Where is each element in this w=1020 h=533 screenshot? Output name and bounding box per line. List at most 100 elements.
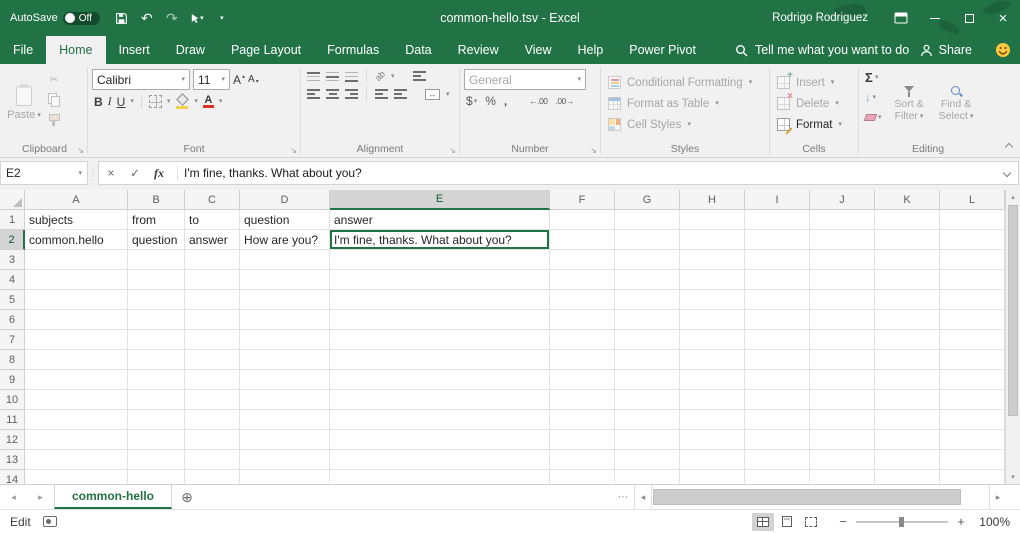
cell-C1[interactable]: to <box>185 210 240 230</box>
enter-button[interactable]: ✓ <box>123 162 147 184</box>
bold-button[interactable]: B <box>94 95 103 109</box>
decrease-font-size-button[interactable]: A▾ <box>248 74 259 85</box>
cell-C5[interactable] <box>185 290 240 310</box>
cell-G9[interactable] <box>615 370 680 390</box>
cell-D9[interactable] <box>240 370 330 390</box>
paste-button[interactable]: Paste▾ <box>4 66 44 141</box>
cell-A12[interactable] <box>25 430 128 450</box>
cell-F13[interactable] <box>550 450 615 470</box>
cell-J12[interactable] <box>810 430 875 450</box>
cell-L14[interactable] <box>940 470 1005 484</box>
cell-L1[interactable] <box>940 210 1005 230</box>
cell-J4[interactable] <box>810 270 875 290</box>
cell-K7[interactable] <box>875 330 940 350</box>
autosum-button[interactable]: Σ▾ <box>863 69 884 86</box>
formula-bar-expand-button[interactable] <box>996 170 1018 176</box>
vertical-scroll-thumb[interactable] <box>1008 205 1018 416</box>
cell-H12[interactable] <box>680 430 745 450</box>
cell-A6[interactable] <box>25 310 128 330</box>
cell-B7[interactable] <box>128 330 185 350</box>
formula-input[interactable]: I'm fine, thanks. What about you? <box>184 166 996 180</box>
cell-F2[interactable] <box>550 230 615 250</box>
cell-L8[interactable] <box>940 350 1005 370</box>
scroll-right-icon[interactable]: ▸ <box>989 485 1006 509</box>
wrap-text-button[interactable] <box>413 71 426 82</box>
column-header-E[interactable]: E <box>330 190 550 210</box>
cell-C10[interactable] <box>185 390 240 410</box>
cell-L3[interactable] <box>940 250 1005 270</box>
cell-E7[interactable] <box>330 330 550 350</box>
cell-D3[interactable] <box>240 250 330 270</box>
name-box-caret-icon[interactable]: ▾ <box>78 170 82 177</box>
cell-F3[interactable] <box>550 250 615 270</box>
cell-J2[interactable] <box>810 230 875 250</box>
cell-B3[interactable] <box>128 250 185 270</box>
cell-A14[interactable] <box>25 470 128 484</box>
cell-K6[interactable] <box>875 310 940 330</box>
cell-K1[interactable] <box>875 210 940 230</box>
cell-A5[interactable] <box>25 290 128 310</box>
cell-H14[interactable] <box>680 470 745 484</box>
row-header-2[interactable]: 2 <box>0 230 25 250</box>
row-header-10[interactable]: 10 <box>0 390 25 410</box>
cell-C8[interactable] <box>185 350 240 370</box>
cell-L4[interactable] <box>940 270 1005 290</box>
cell-B6[interactable] <box>128 310 185 330</box>
cell-L13[interactable] <box>940 450 1005 470</box>
align-right-button[interactable] <box>345 89 358 100</box>
cell-J14[interactable] <box>810 470 875 484</box>
cell-A8[interactable] <box>25 350 128 370</box>
cell-H5[interactable] <box>680 290 745 310</box>
comma-style-button[interactable]: , <box>504 94 507 108</box>
name-box[interactable]: E2 ▾ <box>0 161 88 185</box>
cell-J5[interactable] <box>810 290 875 310</box>
cell-G6[interactable] <box>615 310 680 330</box>
cell-D14[interactable] <box>240 470 330 484</box>
redo-button[interactable]: ↷ <box>161 6 183 30</box>
column-header-I[interactable]: I <box>745 190 810 210</box>
customize-qat-button[interactable]: ▾ <box>211 6 233 30</box>
cell-K5[interactable] <box>875 290 940 310</box>
cell-H7[interactable] <box>680 330 745 350</box>
cell-G3[interactable] <box>615 250 680 270</box>
cell-E9[interactable] <box>330 370 550 390</box>
row-header-3[interactable]: 3 <box>0 250 25 270</box>
column-header-F[interactable]: F <box>550 190 615 210</box>
cell-H2[interactable] <box>680 230 745 250</box>
sheet-tab-splitter[interactable]: ⋯ <box>612 485 634 509</box>
decrease-indent-button[interactable] <box>375 89 388 100</box>
row-header-7[interactable]: 7 <box>0 330 25 350</box>
cell-D4[interactable] <box>240 270 330 290</box>
cell-E14[interactable] <box>330 470 550 484</box>
cell-G4[interactable] <box>615 270 680 290</box>
number-format-select[interactable]: General▾ <box>464 69 586 90</box>
cell-D13[interactable] <box>240 450 330 470</box>
page-break-view-button[interactable] <box>800 513 822 531</box>
zoom-slider-thumb[interactable] <box>899 517 904 527</box>
cell-I5[interactable] <box>745 290 810 310</box>
cell-G1[interactable] <box>615 210 680 230</box>
borders-button[interactable] <box>149 95 162 108</box>
cell-D12[interactable] <box>240 430 330 450</box>
tab-view[interactable]: View <box>512 36 565 64</box>
cell-styles-button[interactable]: Cell Styles ▾ <box>603 114 767 135</box>
cell-A2[interactable]: common.hello <box>25 230 128 250</box>
cell-J9[interactable] <box>810 370 875 390</box>
minimize-button[interactable] <box>918 0 952 36</box>
cell-L10[interactable] <box>940 390 1005 410</box>
cell-B1[interactable]: from <box>128 210 185 230</box>
cell-K4[interactable] <box>875 270 940 290</box>
cell-D7[interactable] <box>240 330 330 350</box>
copy-button[interactable] <box>44 91 64 107</box>
cell-B11[interactable] <box>128 410 185 430</box>
cell-L11[interactable] <box>940 410 1005 430</box>
format-painter-button[interactable] <box>44 111 64 127</box>
cell-C13[interactable] <box>185 450 240 470</box>
cell-J11[interactable] <box>810 410 875 430</box>
font-name-select[interactable]: Calibri▾ <box>92 69 190 90</box>
tab-page-layout[interactable]: Page Layout <box>218 36 314 64</box>
decrease-decimal-button[interactable]: .00→ <box>556 96 574 106</box>
cell-I13[interactable] <box>745 450 810 470</box>
cell-I7[interactable] <box>745 330 810 350</box>
cell-H13[interactable] <box>680 450 745 470</box>
